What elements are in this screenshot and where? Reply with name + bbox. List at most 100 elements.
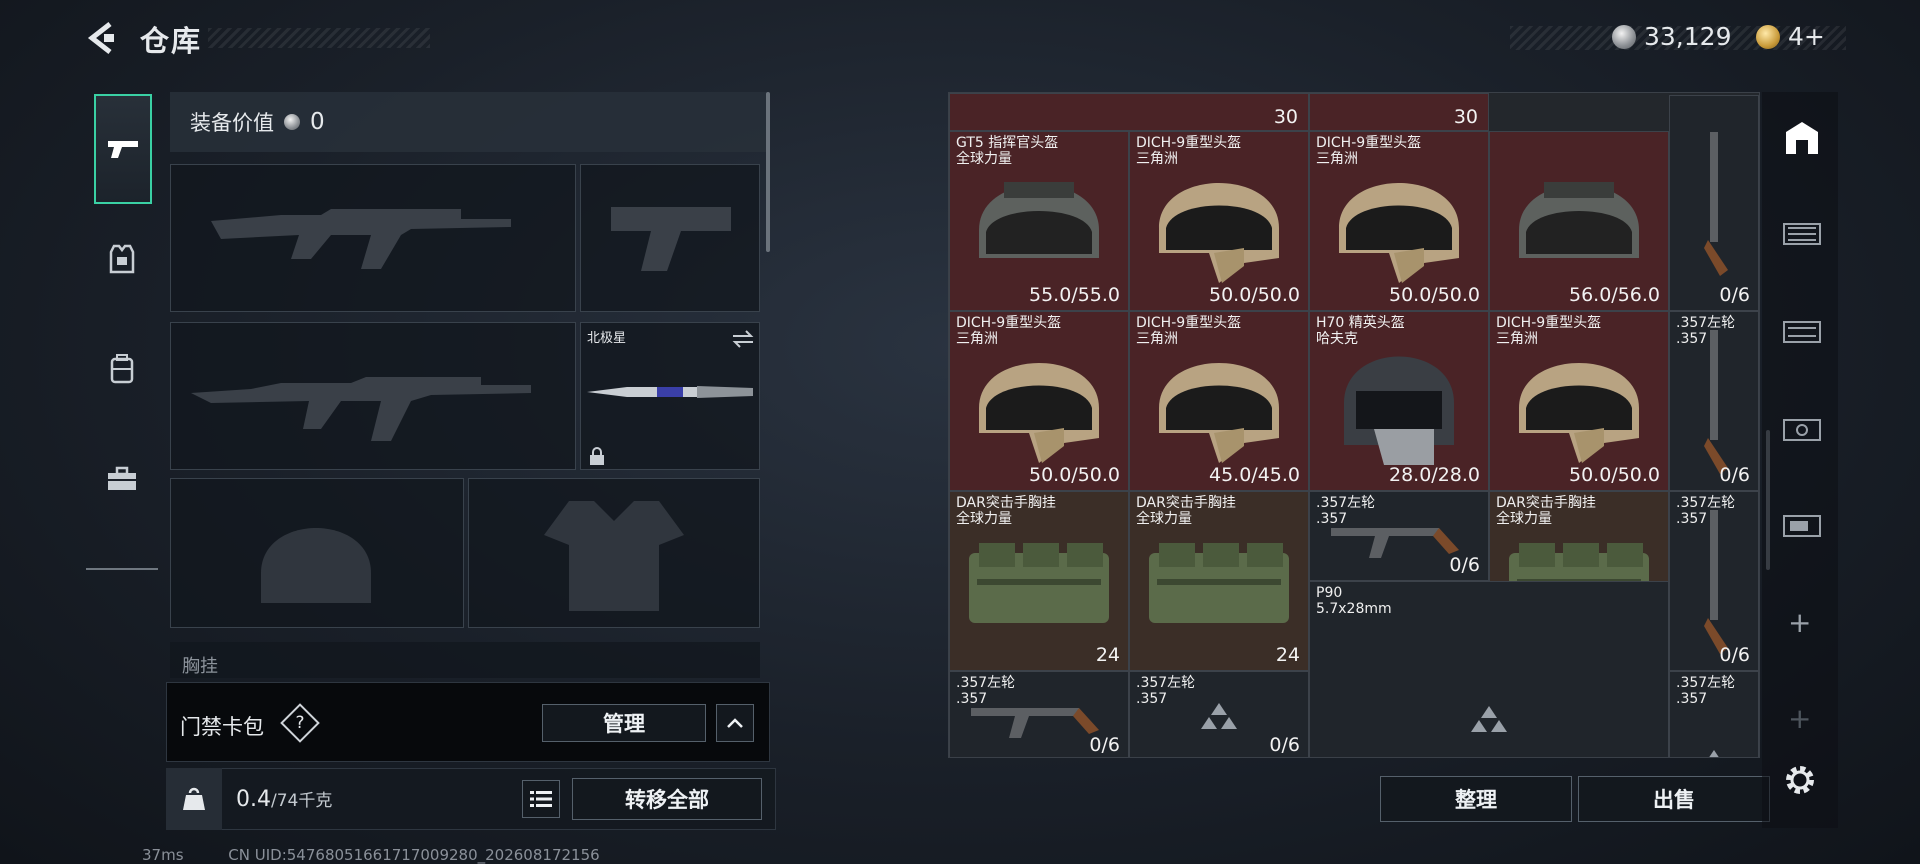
expand-button[interactable] [716,704,754,742]
gold-coin-icon [1756,24,1780,49]
manage-button[interactable]: 管理 [542,704,706,742]
stash-item-helmet-tan[interactable]: DICH-9重型头盔 三角洲 45.0/45.0 [1129,311,1309,491]
stash-item-helmet-tan[interactable]: DICH-9重型头盔 三角洲 50.0/50.0 [1309,131,1489,311]
stash-item-gun-vert[interactable]: .357左轮 .357 0/6 [1669,311,1759,491]
item-value: 50.0/50.0 [1208,284,1300,306]
pistol-icon [108,141,138,158]
item-name: DAR突击手胸挂 全球力量 [956,495,1056,527]
tab-storage-iv-2[interactable] [1782,412,1822,446]
settings-button[interactable] [1782,762,1818,802]
item-value: 0/6 [1269,734,1300,756]
weight-kg-icon [183,787,205,810]
stash-item-helmet-dark[interactable]: 56.0/56.0 [1489,131,1669,311]
storage-safe-icon [1783,515,1821,537]
equipment-category-nav [86,88,158,570]
item-count: 30 [1273,106,1298,128]
item-image-icon [1694,130,1734,284]
nav-backpack[interactable] [86,314,158,424]
item-value: 45.0/45.0 [1208,464,1300,486]
stash-item-helmet-dark[interactable]: GT5 指挥官头盔 全球力量 55.0/55.0 [949,131,1129,311]
gear-icon [1786,766,1814,794]
item-value: 28.0/28.0 [1388,464,1480,486]
nav-toolbox[interactable] [86,424,158,534]
tab-main-storage[interactable] [1782,118,1822,162]
stash-item-gun-vert[interactable]: .357左轮 .357 0/6 [1669,491,1759,671]
stash-item-helmet-black[interactable]: H70 精英头盔 哈夫克 28.0/28.0 [1309,311,1489,491]
user-uid: CN UID:5476805166171700928​0_20260817215… [228,846,600,864]
storage-shelf-icon [1783,321,1821,343]
primary-weapon-slot[interactable] [170,164,576,312]
stash-item-rig[interactable]: DAR突击手胸挂 全球力量 24 [949,491,1129,671]
equipment-panel: 装备价值 0 北极星 胸挂 [166,88,776,678]
stash-cell-partial[interactable]: 30 [1309,93,1489,131]
tab-storage-iii[interactable] [1782,314,1822,348]
item-name: .357左轮 .357 [1316,495,1376,527]
item-image-icon [1199,701,1239,735]
stash-item-helmet-tan[interactable]: DICH-9重型头盔 三角洲 50.0/50.0 [1489,311,1669,491]
tab-storage-iv-3[interactable] [1782,508,1822,542]
weight-badge [166,768,222,830]
item-name: DAR突击手胸挂 全球力量 [1496,495,1596,527]
backpack-icon [110,354,134,384]
storage-shelf-icon [1783,223,1821,245]
sidearm-slot[interactable] [580,164,760,312]
stash-item-placeholder[interactable]: .357左轮 .3570/6 [1669,671,1759,757]
item-image-icon [1324,333,1474,477]
item-value: 24 [1275,644,1300,666]
item-image-icon [1694,508,1734,662]
swap-icon[interactable] [731,329,755,349]
gold-amount: 4+ [1788,22,1825,51]
item-name: DICH-9重型头盔 三角洲 [1496,315,1602,347]
stash-item-rig[interactable]: DAR突击手胸挂 全球力量 24 [1129,491,1309,671]
status-bar: 37ms CN UID:5476805166171700928​0_202608… [86,846,600,864]
silver-amount: 33,129 [1644,22,1732,51]
item-name: P90 5.7x28mm [1316,585,1392,617]
list-icon [530,791,552,807]
back-arrow-icon [87,22,114,54]
item-name: DICH-9重型头盔 三角洲 [1316,135,1422,167]
armor-slot[interactable] [468,478,760,628]
stash-item-placeholder[interactable]: P90 5.7x28mm0/50 [1309,581,1669,757]
sort-button[interactable]: 整理 [1380,776,1572,822]
silver-currency: 33,129 [1612,22,1731,51]
stash-item-helmet-tan[interactable]: DICH-9重型头盔 三角洲 50.0/50.0 [949,311,1129,491]
equipment-scrollbar[interactable] [766,92,770,252]
add-storage-plus-icon[interactable]: + [1788,606,1811,639]
item-image-icon [959,533,1119,637]
stash-cell-partial[interactable]: 30 [949,93,1309,131]
list-view-button[interactable] [522,780,560,818]
lock-icon [590,447,604,465]
item-image-icon [964,158,1114,292]
melee-slot[interactable]: 北极星 [580,322,760,470]
tab-storage-iv-1[interactable] [1782,216,1822,250]
nav-armor[interactable] [86,204,158,314]
back-button[interactable] [84,20,120,56]
briefcase-icon [108,466,136,490]
item-image-icon [1324,158,1474,292]
item-image-icon [1144,338,1294,472]
transfer-all-button[interactable]: 转移全部 [572,778,762,820]
stash-item-helmet-tan[interactable]: DICH-9重型头盔 三角洲 50.0/50.0 [1129,131,1309,311]
add-storage-plus-icon-disabled: + [1788,702,1812,735]
stash-grid: 30 30 GT5 指挥官头盔 全球力量 55.0/55.0 DICH-9重型头盔 … [948,92,1760,758]
gold-currency[interactable]: 4+ [1756,22,1825,51]
item-value: 24 [1095,644,1120,666]
secondary-weapon-slot[interactable] [170,322,576,470]
nav-weapons[interactable] [94,94,152,204]
stash-item-gun[interactable]: .357左轮 .357 0/6 [1309,491,1489,581]
helmet-slot[interactable] [170,478,464,628]
item-value: 50.0/50.0 [1388,284,1480,306]
stash-item-gun-vert[interactable]: 0/6 [1669,95,1759,311]
item-name: H70 精英头盔 哈夫克 [1316,315,1405,347]
help-icon[interactable]: ? [286,710,314,738]
item-name: DICH-9重型头盔 三角洲 [956,315,1062,347]
stash-item-gun[interactable]: .357左轮 .357 0/6 [949,671,1129,757]
chest-rig-slot[interactable]: 胸挂 [170,642,760,678]
item-name: .357左轮 .357 [1676,315,1736,347]
stash-item-placeholder[interactable]: .357左轮 .3570/6 [1129,671,1309,757]
item-image-icon [964,338,1114,472]
item-count: 30 [1453,106,1478,128]
item-value: 50.0/50.0 [1568,464,1660,486]
sell-button[interactable]: 出售 [1578,776,1770,822]
item-value: 0/6 [1719,464,1750,486]
